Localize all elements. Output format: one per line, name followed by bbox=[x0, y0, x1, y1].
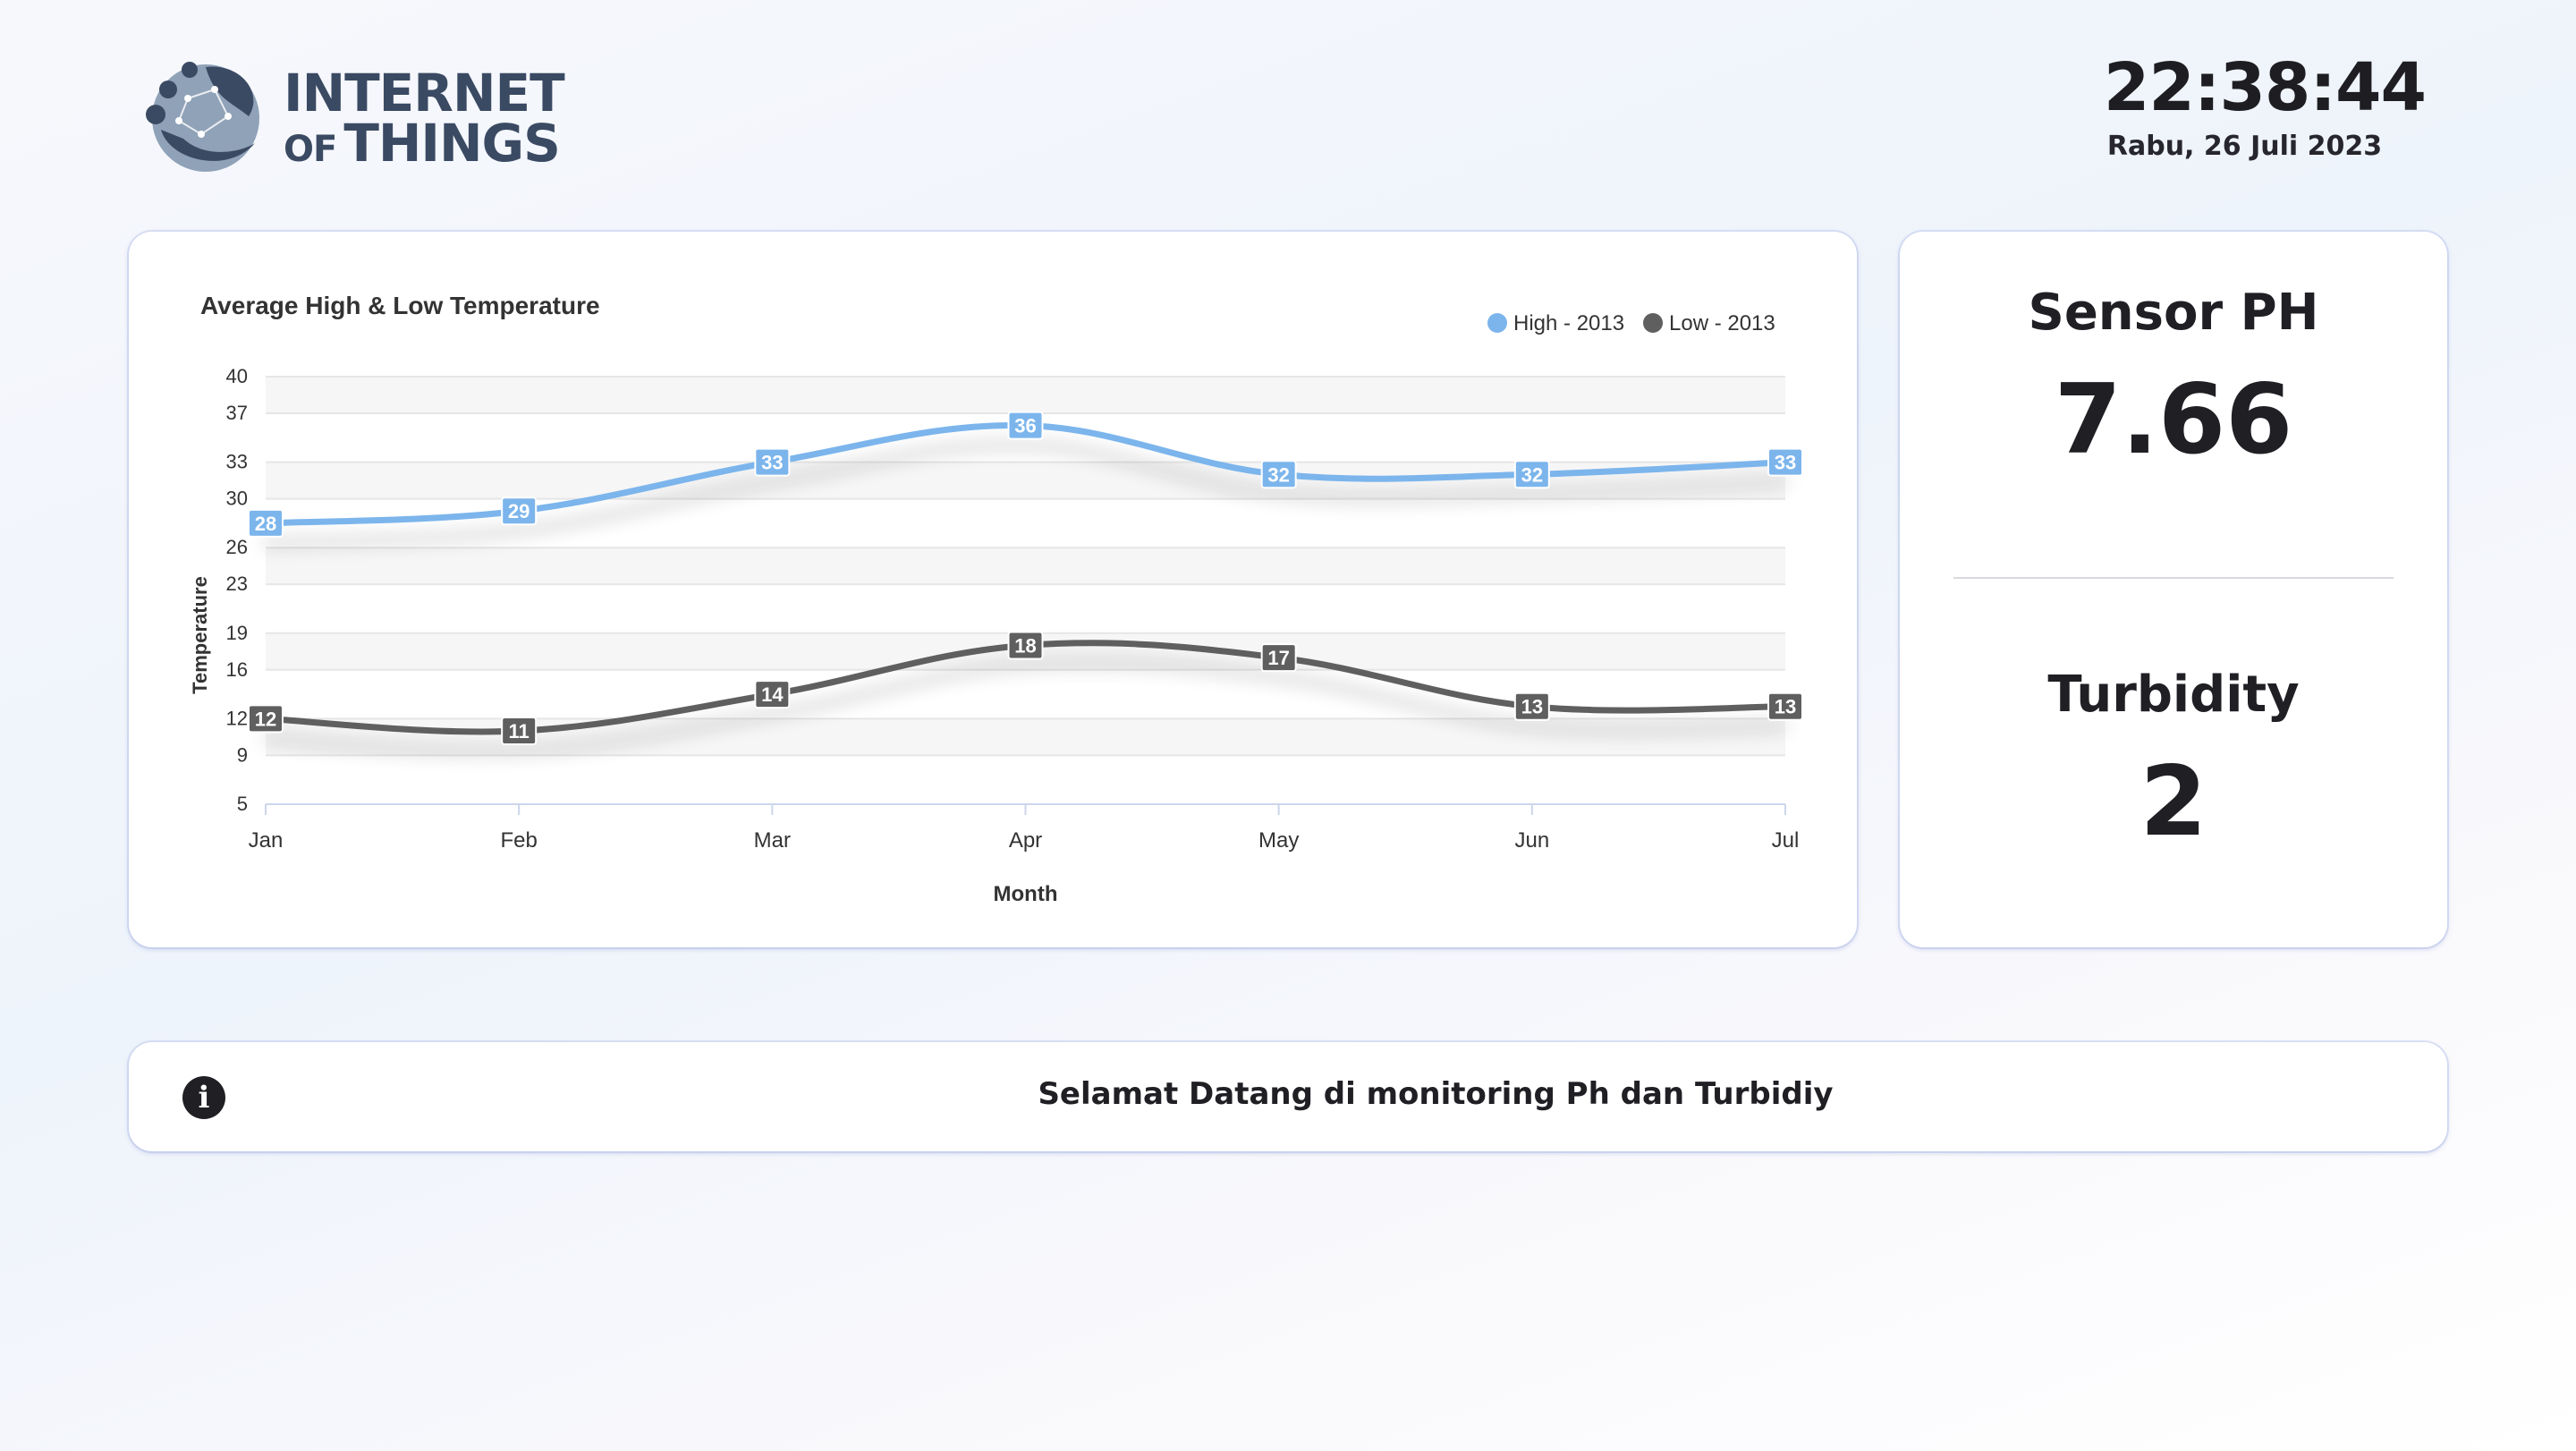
plot-band bbox=[266, 718, 1785, 756]
ph-value: 7.66 bbox=[2054, 364, 2293, 476]
info-bar: i Selamat Datang di monitoring Ph dan Tu… bbox=[129, 1042, 2447, 1151]
y-tick-label: 12 bbox=[226, 707, 248, 729]
legend-marker bbox=[1487, 313, 1507, 333]
legend-label: High - 2013 bbox=[1513, 311, 1624, 335]
clock: 22:38:44 Rabu, 26 Juli 2023 bbox=[2103, 49, 2427, 162]
y-tick-label: 33 bbox=[226, 451, 248, 473]
x-tick-label: Jul bbox=[1772, 828, 1800, 853]
x-tick-label: May bbox=[1258, 828, 1299, 853]
ph-title: Sensor PH bbox=[2028, 284, 2319, 342]
data-label: 11 bbox=[509, 720, 530, 742]
legend-marker bbox=[1643, 313, 1663, 333]
plot-band bbox=[266, 377, 1785, 413]
clock-date: Rabu, 26 Juli 2023 bbox=[2106, 131, 2383, 162]
data-label: 17 bbox=[1267, 647, 1289, 669]
y-tick-label: 26 bbox=[226, 536, 248, 558]
y-tick-label: 16 bbox=[226, 658, 248, 681]
data-label: 33 bbox=[761, 452, 783, 474]
x-tick-label: Jan bbox=[249, 828, 284, 853]
brand-line1: INTERNET bbox=[284, 63, 565, 123]
data-label: 13 bbox=[1775, 696, 1796, 718]
y-tick-label: 23 bbox=[226, 573, 248, 595]
chart-title: Average High & Low Temperature bbox=[200, 292, 600, 319]
data-label: 29 bbox=[508, 500, 530, 522]
plot-band bbox=[266, 547, 1785, 585]
data-label: 33 bbox=[1775, 452, 1796, 474]
data-label: 13 bbox=[1521, 696, 1543, 718]
data-label: 32 bbox=[1521, 463, 1543, 486]
sensor-card: Sensor PH 7.66 Turbidity 2 bbox=[1900, 232, 2447, 947]
legend-label: Low - 2013 bbox=[1669, 311, 1775, 335]
temperature-chart: 5 9 12 16 19 23 26 30 33 37 40 Jan Feb Mar Apr May Jun Ju… bbox=[189, 292, 1803, 906]
turbidity-title: Turbidity bbox=[2047, 666, 2300, 724]
x-tick-label: Jun bbox=[1514, 828, 1549, 853]
plot-band bbox=[266, 462, 1785, 499]
x-tick-label: Feb bbox=[500, 828, 537, 853]
temperature-chart-card: 5 9 12 16 19 23 26 30 33 37 40 Jan Feb Mar Apr May Jun Ju… bbox=[129, 232, 1857, 947]
y-axis-title: Temperature bbox=[189, 576, 211, 694]
data-label: 32 bbox=[1267, 463, 1289, 486]
data-label: 36 bbox=[1014, 415, 1036, 437]
data-label: 18 bbox=[1014, 634, 1036, 657]
brand-line2: OF THINGS bbox=[284, 117, 564, 174]
y-tick-label: 9 bbox=[237, 743, 248, 766]
x-tick-label: Mar bbox=[754, 828, 791, 853]
data-label: 14 bbox=[761, 683, 784, 706]
y-tick-label: 19 bbox=[226, 622, 248, 644]
brand-logo: INTERNET OF THINGS bbox=[143, 54, 565, 179]
x-tick-label: Apr bbox=[1009, 828, 1042, 853]
y-tick-label: 5 bbox=[237, 793, 248, 815]
y-tick-label: 40 bbox=[226, 365, 248, 387]
data-label: 28 bbox=[255, 513, 276, 535]
brand-wordmark: INTERNET OF THINGS bbox=[284, 63, 565, 174]
x-axis-title: Month bbox=[994, 882, 1058, 906]
brand-line2-main: THINGS bbox=[343, 113, 561, 174]
iot-logo-icon bbox=[146, 62, 259, 172]
info-message: Selamat Datang di monitoring Ph dan Turb… bbox=[1038, 1076, 1834, 1112]
y-tick-label: 37 bbox=[226, 402, 248, 424]
data-label: 12 bbox=[255, 708, 276, 730]
turbidity-value: 2 bbox=[2140, 746, 2207, 858]
sensor-divider bbox=[1953, 577, 2394, 579]
brand-line2-prefix: OF bbox=[284, 129, 337, 170]
y-tick-label: 30 bbox=[226, 488, 248, 510]
clock-time: 22:38:44 bbox=[2103, 49, 2427, 126]
